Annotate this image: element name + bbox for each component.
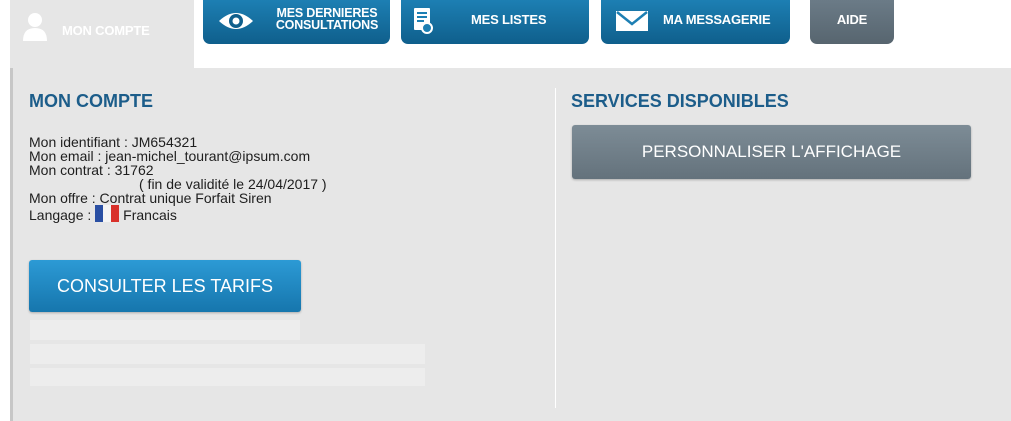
tab-aide[interactable]: AIDE: [810, 0, 894, 44]
account-info: Mon identifiant : JM654321 Mon email : j…: [29, 135, 469, 222]
customize-display-button[interactable]: PERSONNALISER L'AFFICHAGE: [572, 125, 971, 179]
account-language: Langage : Francais: [29, 205, 469, 222]
tab-ma-messagerie[interactable]: MA MESSAGERIE: [601, 0, 790, 44]
faint-placeholder-block: [30, 368, 425, 386]
tab-label: MES LISTES: [471, 11, 547, 27]
user-icon: [22, 12, 48, 47]
language-value: Francais: [123, 207, 177, 223]
language-label: Langage :: [29, 207, 96, 223]
tab-label: AIDE: [836, 11, 868, 27]
services-section-title: SERVICES DISPONIBLES: [571, 91, 789, 111]
french-flag-icon: [95, 205, 120, 222]
tab-mon-compte[interactable]: MON COMPTE: [10, 0, 194, 68]
faint-placeholder-block: [30, 320, 300, 340]
document-icon: [413, 7, 433, 38]
account-panel: MON COMPTE Mon identifiant : JM654321 Mo…: [10, 68, 1011, 421]
tab-mes-listes[interactable]: MES LISTES: [401, 0, 589, 44]
account-email: Mon email : jean-michel_tourant@ipsum.co…: [29, 148, 311, 164]
account-identifier: Mon identifiant : JM654321: [29, 134, 198, 150]
account-offer: Mon offre : Contrat unique Forfait Siren: [29, 190, 272, 206]
consult-tariffs-button[interactable]: CONSULTER LES TARIFS: [29, 260, 301, 312]
tab-label: MA MESSAGERIE: [663, 11, 771, 27]
section-divider: [555, 88, 556, 408]
account-contract: Mon contrat : 31762: [29, 162, 154, 178]
tab-mes-dernieres-consultations[interactable]: MES DERNIERES CONSULTATIONS: [203, 0, 390, 44]
faint-placeholder-block: [30, 344, 425, 364]
contract-validity: ( fin de validité le 24/04/2017 ): [139, 176, 327, 192]
account-section-title: MON COMPTE: [29, 91, 153, 111]
tab-label: MES DERNIERES CONSULTATIONS: [275, 6, 379, 32]
panel-border: [10, 68, 13, 421]
tab-label: MON COMPTE: [62, 22, 150, 38]
eye-icon: [217, 9, 255, 36]
envelope-icon: [615, 9, 649, 36]
main-tab-bar: MON COMPTE MES DERNIERES CONSULTATIONS M…: [0, 0, 1011, 68]
